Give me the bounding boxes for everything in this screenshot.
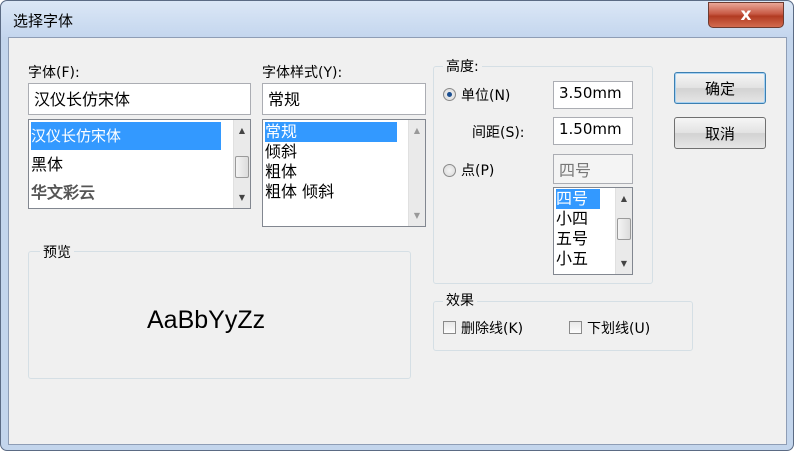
point-list-scrollbar[interactable]: ▲ ▼ xyxy=(615,188,632,274)
font-list[interactable]: 汉仪长仿宋体 黑体 华文彩云 ▲ ▼ xyxy=(28,119,251,209)
scroll-thumb[interactable] xyxy=(617,218,631,240)
preview-group-title: 预览 xyxy=(40,242,74,262)
point-radio[interactable] xyxy=(443,164,456,177)
close-button[interactable]: x xyxy=(708,2,784,28)
point-input[interactable]: 四号 xyxy=(553,154,633,184)
style-list-scrollbar[interactable]: ▲ ▼ xyxy=(408,120,425,226)
list-item[interactable]: 黑体 xyxy=(31,152,63,178)
scroll-thumb[interactable] xyxy=(235,156,249,178)
unit-radio-label[interactable]: 单位(N) xyxy=(461,85,510,105)
underline-checkbox[interactable] xyxy=(569,321,582,334)
window-title: 选择字体 xyxy=(13,12,74,30)
effects-group-title: 效果 xyxy=(443,290,477,310)
unit-radio[interactable] xyxy=(443,88,456,101)
scroll-down-icon[interactable]: ▼ xyxy=(409,207,425,224)
font-dialog-window: 选择字体 x 字体(F): 汉仪长仿宋体 汉仪长仿宋体 黑体 华文彩云 ▲ ▼ … xyxy=(0,0,794,451)
style-label: 字体样式(Y): xyxy=(262,65,343,81)
list-item[interactable]: 粗体 倾斜 xyxy=(265,182,334,202)
scroll-up-icon[interactable]: ▲ xyxy=(409,122,425,139)
strikethrough-checkbox[interactable] xyxy=(443,321,456,334)
height-group-title: 高度: xyxy=(443,56,482,76)
list-item[interactable]: 倾斜 xyxy=(265,142,297,162)
close-icon: x xyxy=(740,5,752,25)
strikethrough-label[interactable]: 删除线(K) xyxy=(461,318,523,338)
point-size-list[interactable]: 四号 小四 五号 小五 ▲ ▼ xyxy=(553,187,633,275)
preview-sample-text: AaBbYyZz xyxy=(147,306,266,334)
ok-button[interactable]: 确定 xyxy=(674,72,766,104)
list-item[interactable]: 粗体 xyxy=(265,162,297,182)
font-list-scrollbar[interactable]: ▲ ▼ xyxy=(233,120,250,208)
list-item[interactable]: 常规 xyxy=(265,122,397,142)
scroll-up-icon[interactable]: ▲ xyxy=(616,190,632,207)
font-input[interactable]: 汉仪长仿宋体 xyxy=(28,83,251,115)
style-list[interactable]: 常规 倾斜 粗体 粗体 倾斜 ▲ ▼ xyxy=(262,119,426,227)
list-item[interactable]: 五号 xyxy=(556,229,588,249)
list-item[interactable]: 汉仪长仿宋体 xyxy=(31,122,221,150)
list-item[interactable]: 小四 xyxy=(556,209,588,229)
font-label: 字体(F): xyxy=(28,65,80,81)
title-bar[interactable]: 选择字体 x xyxy=(1,1,793,37)
style-input[interactable]: 常规 xyxy=(262,83,426,115)
point-radio-label[interactable]: 点(P) xyxy=(461,160,494,180)
spacing-label: 间距(S): xyxy=(472,125,525,141)
scroll-down-icon[interactable]: ▼ xyxy=(234,189,250,206)
scroll-down-icon[interactable]: ▼ xyxy=(616,255,632,272)
scroll-up-icon[interactable]: ▲ xyxy=(234,122,250,139)
spacing-input[interactable]: 1.50mm xyxy=(553,117,633,145)
list-item[interactable]: 四号 xyxy=(556,189,600,209)
list-item[interactable]: 华文彩云 xyxy=(31,180,95,206)
dialog-body: 字体(F): 汉仪长仿宋体 汉仪长仿宋体 黑体 华文彩云 ▲ ▼ 字体样式(Y)… xyxy=(8,37,787,445)
cancel-button[interactable]: 取消 xyxy=(674,117,766,149)
underline-label[interactable]: 下划线(U) xyxy=(587,318,650,338)
list-item[interactable]: 小五 xyxy=(556,249,588,269)
unit-input[interactable]: 3.50mm xyxy=(553,81,633,109)
